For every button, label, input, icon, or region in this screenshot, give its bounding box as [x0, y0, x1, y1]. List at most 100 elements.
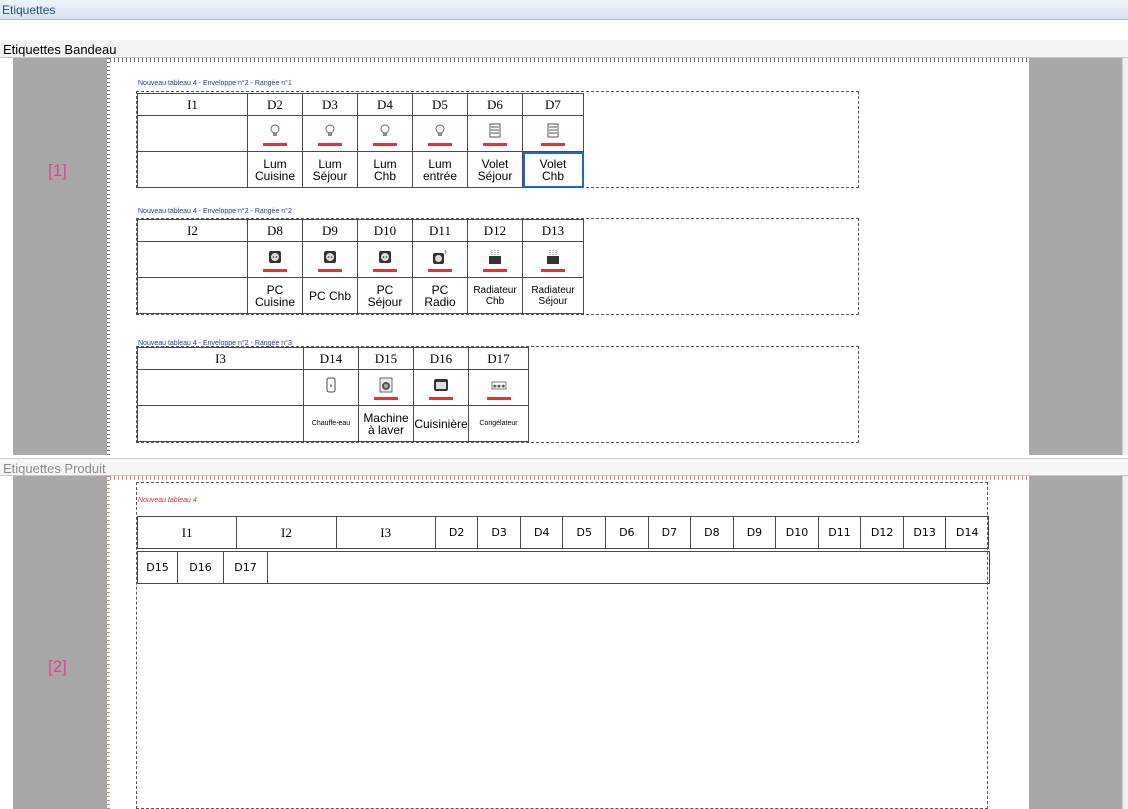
cell-id-D5[interactable]: D5: [412, 93, 468, 116]
cell-icon-D15[interactable]: [358, 369, 414, 406]
cell-icon-D10[interactable]: [357, 241, 413, 278]
cell-icon-D7[interactable]: [522, 115, 584, 152]
cell-id-D12[interactable]: D12: [467, 219, 523, 242]
product-cell-D9[interactable]: D9: [732, 516, 777, 549]
label-line-2: Séjour: [312, 168, 348, 183]
cell-label-D17[interactable]: Congélateur: [468, 405, 529, 442]
cell-label-D2[interactable]: Lum Cuisine: [247, 151, 303, 188]
product-cell-D10[interactable]: D10: [775, 516, 819, 549]
product-cell-D13[interactable]: D13: [902, 516, 947, 549]
cell-id-D15[interactable]: D15: [358, 347, 414, 370]
product-cell-D11[interactable]: D11: [817, 516, 862, 549]
cell-icon-D5[interactable]: [412, 115, 468, 152]
cell-icon-D2[interactable]: [247, 115, 303, 152]
cell-label-empty[interactable]: [137, 405, 304, 442]
cell-label-D4[interactable]: Lum Chb: [357, 151, 413, 188]
cell-id-D9[interactable]: D9: [302, 219, 358, 242]
cell-id-D16[interactable]: D16: [413, 347, 469, 370]
label-line-2: Chb: [485, 295, 505, 307]
cell-label-D3[interactable]: Lum Séjour: [302, 151, 358, 188]
product-cell-D4[interactable]: D4: [519, 516, 564, 549]
cell-id-D14[interactable]: D14: [303, 347, 359, 370]
cell-id-D2[interactable]: D2: [247, 93, 303, 116]
cell-icon-D4[interactable]: [357, 115, 413, 152]
cell-icon-D13[interactable]: [522, 241, 584, 278]
product-cell-D14[interactable]: D14: [945, 516, 989, 549]
cell-id-D8[interactable]: D8: [247, 219, 303, 242]
section-header-bandeau[interactable]: Etiquettes Bandeau: [0, 40, 1128, 58]
cell-label-empty[interactable]: [137, 151, 248, 188]
cell-id-D13[interactable]: D13: [522, 219, 584, 242]
cell-icon-D8[interactable]: [247, 241, 303, 278]
cell-icon-D6[interactable]: [467, 115, 523, 152]
label-line-1: Radiateur: [473, 284, 517, 296]
bulb-icon: [373, 122, 397, 146]
cell-label-empty[interactable]: [137, 277, 248, 314]
cell-icon-D14[interactable]: [303, 369, 359, 406]
cell-icon-empty[interactable]: [137, 115, 248, 152]
product-cell-D5[interactable]: D5: [562, 516, 607, 549]
washing-machine-icon: [374, 376, 398, 400]
cell-id-D3[interactable]: D3: [302, 93, 358, 116]
product-cell-I3[interactable]: I3: [335, 516, 436, 549]
product-cell-D8[interactable]: D8: [690, 516, 734, 549]
product-cell-D2[interactable]: D2: [434, 516, 479, 549]
cell-id-D4[interactable]: D4: [357, 93, 413, 116]
cell-id-D17[interactable]: D17: [468, 347, 529, 370]
cell-label-D14[interactable]: Chauffe-eau: [303, 405, 359, 442]
cell-icon-D17[interactable]: ✱✱✱: [468, 369, 529, 406]
cell-id-I1[interactable]: I1: [137, 93, 248, 116]
label-line-2: Chb: [373, 168, 396, 183]
radiator-icon: [483, 248, 507, 272]
right-margin-panel: [1029, 58, 1122, 455]
vertical-ruler: [107, 58, 110, 455]
cell-icon-D16[interactable]: [413, 369, 469, 406]
cell-id-D7[interactable]: D7: [522, 93, 584, 116]
section-marker-2: [2]: [48, 657, 67, 676]
cell-icon-empty[interactable]: [137, 241, 248, 278]
vertical-scrollbar[interactable]: [1122, 58, 1128, 455]
cell-label-D12[interactable]: Radiateur Chb: [467, 277, 523, 314]
cell-label-D15[interactable]: Machine à laver: [358, 405, 414, 442]
cell-label-D16[interactable]: Cuisinière: [413, 405, 469, 442]
cell-label-D9[interactable]: PC Chb: [302, 277, 358, 314]
cell-icon-empty[interactable]: [137, 369, 304, 406]
product-cell-empty[interactable]: [267, 551, 990, 584]
product-cell-I1[interactable]: I1: [136, 516, 238, 549]
cell-label-D11[interactable]: PC Radio: [412, 277, 468, 314]
bandeau-row-1[interactable]: I1 D2 D3 D4 D5 D6 D7 Lum Cuisine Lum Séjou…: [137, 93, 584, 188]
product-cell-D12[interactable]: D12: [860, 516, 904, 549]
product-cell-D6[interactable]: D6: [605, 516, 649, 549]
cell-icon-D9[interactable]: [302, 241, 358, 278]
bandeau-row-2[interactable]: I2 D8 D9 D10 D11 D12 D13 PC Cuisine PC Ch…: [137, 219, 584, 314]
produit-row-2[interactable]: D15 D16 D17: [137, 551, 990, 584]
bandeau-row-3[interactable]: I3 D14 D15 D16 D17 ✱✱✱ Chauffe-eau Machi…: [137, 347, 529, 442]
cell-label-D7-selected[interactable]: Volet Chb: [522, 151, 584, 188]
product-cell-D7[interactable]: D7: [647, 516, 692, 549]
horizontal-ruler: [110, 58, 1028, 62]
cell-id-D6[interactable]: D6: [467, 93, 523, 116]
cell-label-D6[interactable]: Volet Séjour: [467, 151, 523, 188]
cell-label-D13[interactable]: Radiateur Séjour: [522, 277, 584, 314]
cell-icon-D11[interactable]: [412, 241, 468, 278]
left-margin-panel: [13, 476, 107, 809]
row-label: Nouveau tableau 4 - Enveloppe n°2 - Rang…: [138, 80, 292, 87]
label-line-2: Séjour: [367, 294, 403, 309]
product-cell-D17[interactable]: D17: [223, 551, 268, 584]
cell-icon-D12[interactable]: [467, 241, 523, 278]
product-cell-D3[interactable]: D3: [477, 516, 521, 549]
cell-id-I2[interactable]: I2: [137, 219, 248, 242]
product-cell-D16[interactable]: D16: [177, 551, 224, 584]
cell-label-D5[interactable]: Lum entrée: [412, 151, 468, 188]
cell-label-D8[interactable]: PC Cuisine: [247, 277, 303, 314]
cell-label-D10[interactable]: PC Séjour: [357, 277, 413, 314]
product-cell-I2[interactable]: I2: [236, 516, 337, 549]
product-cell-D15[interactable]: D15: [137, 551, 178, 584]
cell-id-I3[interactable]: I3: [137, 347, 304, 370]
produit-row-1[interactable]: I1 I2 I3 D2 D3 D4 D5 D6 D7 D8 D9 D10 D11 D12 D13 D14: [136, 516, 989, 549]
vertical-scrollbar[interactable]: [1122, 476, 1128, 809]
cell-id-D10[interactable]: D10: [357, 219, 413, 242]
cell-icon-D3[interactable]: [302, 115, 358, 152]
section-header-produit[interactable]: Etiquettes Produit: [0, 458, 1128, 476]
cell-id-D11[interactable]: D11: [412, 219, 468, 242]
